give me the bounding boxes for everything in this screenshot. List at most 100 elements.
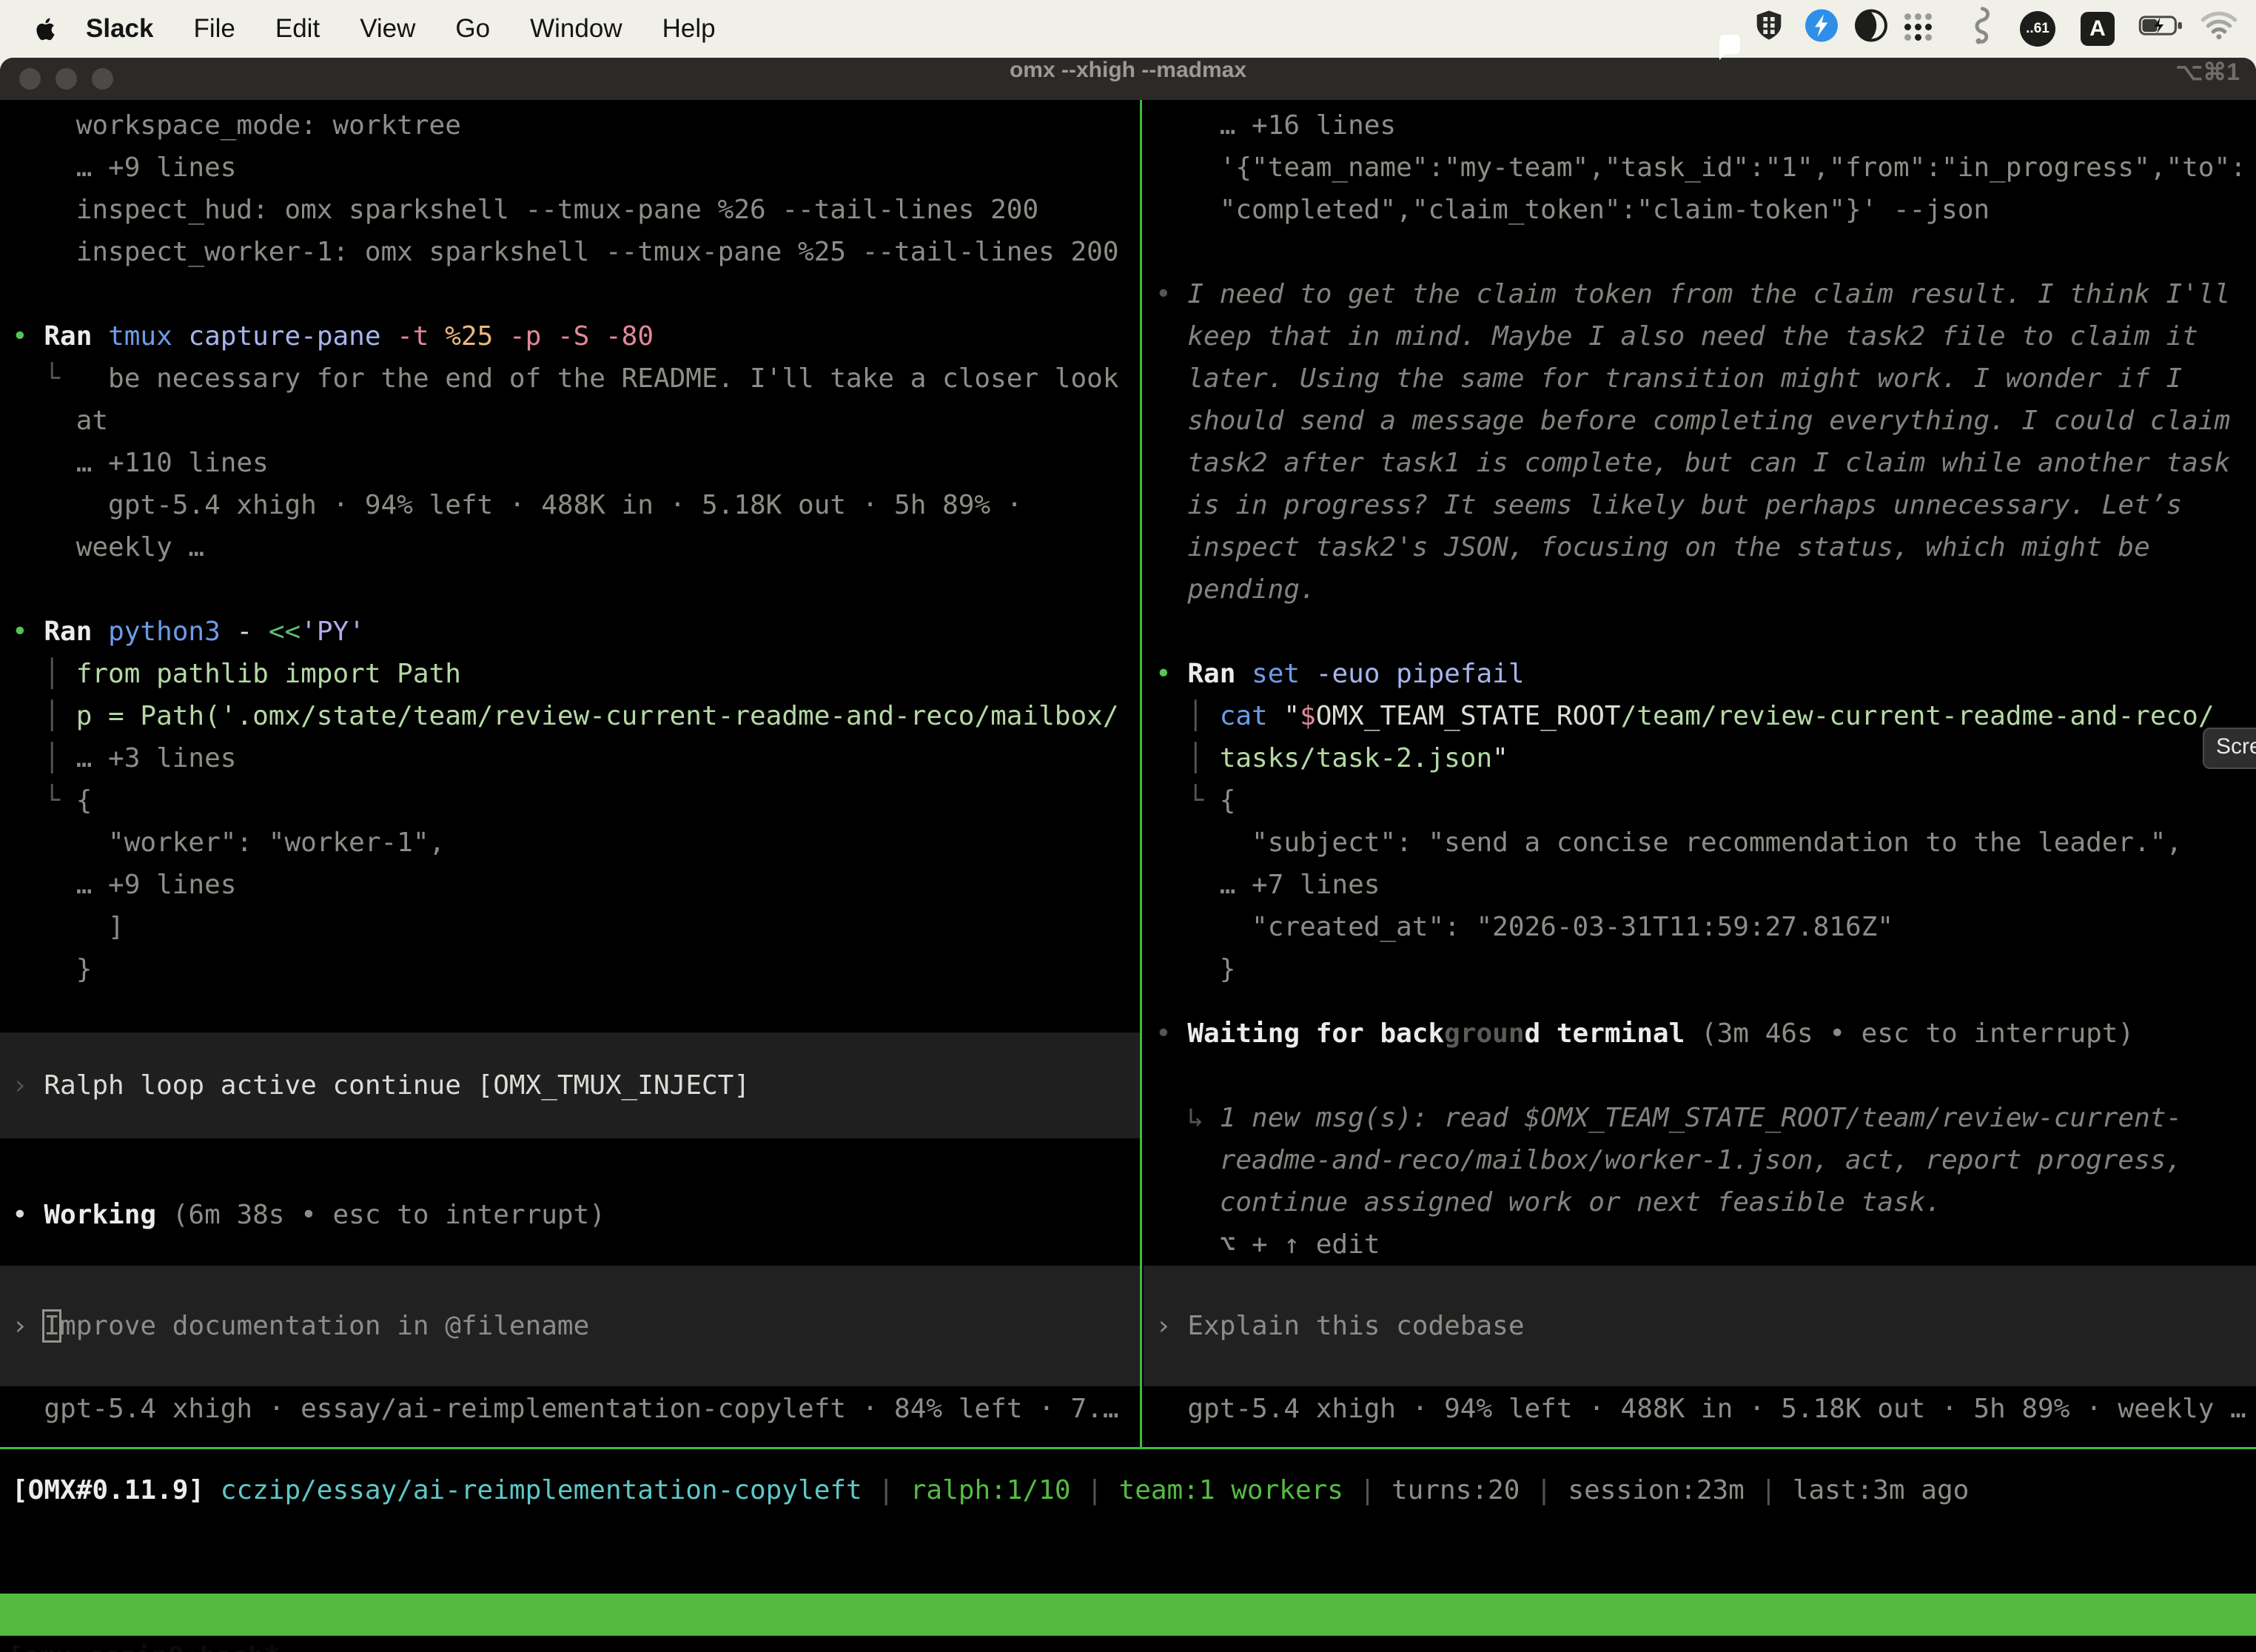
menu-status-icons: ..61 A [1679, 0, 2256, 58]
percent-badge-menu-icon[interactable]: ..61 [2020, 11, 2055, 47]
text-segment: '{"team_name":"my-team","task_id":"1","f… [1155, 152, 2246, 183]
terminal-line [1144, 990, 2256, 1013]
text-segment: … +3 lines [76, 743, 237, 773]
dots-grid-menu-icon[interactable] [1904, 13, 1936, 44]
text-segment: tasks/task-2.json [1220, 743, 1492, 773]
terminal-line: pending. [1144, 568, 2256, 611]
text-segment: weekly … [12, 532, 204, 563]
input-source-menu-icon[interactable]: A [2081, 12, 2115, 46]
text-segment: d terminal [1525, 1018, 1685, 1049]
terminal-line: └ { [1144, 779, 2256, 822]
menu-window[interactable]: Window [530, 14, 622, 44]
text-segment: at [12, 406, 108, 436]
terminal-line [1144, 231, 2256, 273]
text-segment: set [1252, 659, 1316, 689]
wifi-icon[interactable] [2200, 10, 2238, 49]
window-titlebar[interactable]: omx --xhigh --madmax ⌥⌘1 [0, 58, 2256, 100]
terminal-line: "created_at": "2026-03-31T11:59:27.816Z" [1144, 906, 2256, 948]
terminal-line: keep that in mind. Maybe I also need the… [1144, 315, 2256, 357]
squiggle-menu-icon[interactable] [1965, 7, 1995, 52]
text-segment: "worker": "worker-1", [12, 827, 445, 858]
terminal-line: '{"team_name":"my-team","task_id":"1","f… [1144, 147, 2256, 189]
terminal-line: ↳ 1 new msg(s): read $OMX_TEAM_STATE_ROO… [1144, 1097, 2256, 1139]
text-segment: "created_at": "2026-03-31T11:59:27.816Z" [1155, 912, 1893, 942]
terminal-line: workspace_mode: worktree [0, 104, 1140, 147]
terminal-line: } [1144, 948, 2256, 990]
text-segment: ] [12, 912, 124, 942]
text-segment: • [12, 1200, 44, 1230]
apple-menu-icon[interactable] [33, 13, 59, 44]
text-segment: -euo pipefail [1316, 659, 1525, 689]
terminal-line [1144, 611, 2256, 653]
text-segment: ralph:1/10 [910, 1475, 1071, 1505]
terminal-window: omx --xhigh --madmax ⌥⌘1 workspace_mode:… [0, 58, 2256, 1652]
pane-leader: workspace_mode: worktree … +9 lines insp… [0, 100, 1140, 1430]
prompt-chevron-icon: › [12, 1311, 44, 1341]
status-separator [0, 1447, 2256, 1449]
text-segment: • [12, 617, 44, 647]
text-segment: • [12, 321, 44, 352]
terminal-line: • Ran python3 - <<'PY' [0, 611, 1140, 653]
terminal-line: │ cat "$OMX_TEAM_STATE_ROOT/team/review-… [1144, 695, 2256, 737]
text-segment: … +7 lines [1155, 870, 1380, 900]
battery-icon[interactable] [2138, 9, 2184, 50]
text-segment: " [1283, 701, 1300, 731]
text-segment: be necessary for the end of the README. … [108, 363, 1118, 394]
shield-menu-icon[interactable] [1752, 8, 1786, 50]
prompt-input-right[interactable]: › Explain this codebase [1144, 1266, 2256, 1386]
pie-menu-icon[interactable] [1853, 8, 1889, 50]
terminal-line: … +16 lines [1144, 104, 2256, 147]
terminal-line [1144, 1055, 2256, 1097]
model-usage-line: gpt-5.4 xhigh · 94% left · 488K in · 5.1… [1144, 1388, 2256, 1430]
text-segment: I need to get the claim token from the c… [1187, 279, 2230, 309]
text-segment: Ran [44, 321, 108, 352]
text-segment: keep that in mind. Maybe I also need the… [1155, 321, 2198, 352]
menu-go[interactable]: Go [455, 14, 490, 44]
terminal-line [0, 273, 1140, 315]
menu-app-name[interactable]: Slack [86, 14, 153, 44]
text-segment: { [1220, 785, 1236, 816]
text-segment: … +16 lines [1155, 110, 1396, 141]
text-segment: | [1071, 1475, 1119, 1505]
terminal-line: weekly … [0, 526, 1140, 568]
prompt-chevron-icon: › [1155, 1311, 1187, 1341]
terminal-line: later. Using the same for transition mig… [1144, 357, 2256, 400]
text-segment: │ [1155, 701, 1220, 731]
terminal-line: … +110 lines [0, 442, 1140, 484]
terminal-line: • I need to get the claim token from the… [1144, 273, 2256, 315]
terminal-content: workspace_mode: worktree … +9 lines insp… [0, 100, 2256, 1652]
menu-view[interactable]: View [360, 14, 415, 44]
text-segment: OMX_TEAM_STATE_ROOT [1316, 701, 1621, 731]
text-segment: … +9 lines [12, 152, 236, 183]
terminal-line: … +7 lines [1144, 864, 2256, 906]
text-segment: | [1520, 1475, 1568, 1505]
text-segment: • [1155, 279, 1187, 309]
text-segment: tmux [108, 321, 188, 352]
terminal-line: └ { [0, 779, 1140, 822]
tmux-window-label[interactable]: [omx-cczip0:bash* [7, 1636, 280, 1652]
text-segment: } [1155, 954, 1235, 984]
text-segment: team:1 workers [1119, 1475, 1343, 1505]
text-segment: " [1492, 743, 1508, 773]
input-placeholder: mprove documentation in @filename [60, 1311, 589, 1341]
text-segment: -t [397, 321, 445, 352]
pane-divider[interactable] [1140, 100, 1142, 1447]
blue-bolt-menu-icon[interactable] [1804, 8, 1839, 50]
terminal-line: │ p = Path('.omx/state/team/review-curre… [0, 695, 1140, 737]
menu-help[interactable]: Help [662, 14, 716, 44]
terminal-line: } [0, 948, 1140, 990]
text-segment: Waiting for back [1187, 1018, 1444, 1049]
prompt-input-left[interactable]: › Improve documentation in @filename [0, 1266, 1140, 1386]
text-segment: pending. [1155, 574, 1316, 605]
terminal-line: task2 after task1 is complete, but can I… [1144, 442, 2256, 484]
terminal-line: "worker": "worker-1", [0, 822, 1140, 864]
text-segment: inspect_worker-1: omx sparkshell --tmux-… [12, 237, 1119, 267]
terminal-line: ] [0, 906, 1140, 948]
text-segment: └ [1155, 785, 1220, 816]
banner-text: Ralph loop active continue [OMX_TMUX_INJ… [44, 1070, 750, 1101]
menu-edit[interactable]: Edit [275, 14, 320, 44]
terminal-line: gpt-5.4 xhigh · 94% left · 488K in · 5.1… [0, 484, 1140, 526]
text-segment: … +9 lines [12, 870, 236, 900]
text-segment: { [76, 785, 93, 816]
menu-file[interactable]: File [193, 14, 235, 44]
